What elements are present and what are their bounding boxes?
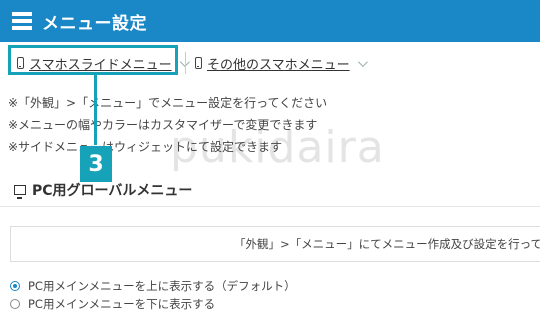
radio-option-bottom[interactable]: PC用メインメニューを下に表示する <box>10 296 215 312</box>
tab-other-smartphone-menu[interactable]: その他のスマホメニュー <box>195 49 368 77</box>
radio-button[interactable] <box>10 299 20 309</box>
section-title-text: PC用グローバルメニュー <box>32 183 193 199</box>
monitor-icon <box>14 185 26 199</box>
smartphone-icon <box>195 57 202 69</box>
section-title: PC用グローバルメニュー <box>14 180 192 200</box>
step-badge: 3 <box>80 146 112 182</box>
notes-list: ※「外観」>「メニュー」でメニュー設定を行ってください ※メニューの幅やカラーは… <box>8 92 327 158</box>
note-line: ※「外観」>「メニュー」でメニュー設定を行ってください <box>8 96 328 110</box>
radio-button[interactable] <box>10 281 20 291</box>
radio-label: PC用メインメニューを下に表示する <box>28 297 216 311</box>
radio-option-top[interactable]: PC用メインメニューを上に表示する（デフォルト） <box>10 278 296 294</box>
page-title: メニュー設定 <box>42 14 147 34</box>
tab-label: その他のスマホメニュー <box>207 57 350 73</box>
hamburger-icon <box>12 12 32 30</box>
callout-line <box>94 75 97 145</box>
info-text: 「外観」>「メニュー」にてメニュー作成及び設定を行って <box>234 237 540 251</box>
divider <box>0 206 540 207</box>
page-header: メニュー設定 <box>0 0 540 42</box>
radio-label: PC用メインメニューを上に表示する（デフォルト） <box>28 279 296 293</box>
note-line: ※メニューの幅やカラーはカスタマイザーで変更できます <box>8 118 318 132</box>
note-line: ※サイドメニューはウィジェットにて設定できます <box>8 140 283 154</box>
tab-divider <box>185 52 186 74</box>
highlight-box <box>8 45 178 75</box>
chevron-down-icon <box>357 56 368 67</box>
